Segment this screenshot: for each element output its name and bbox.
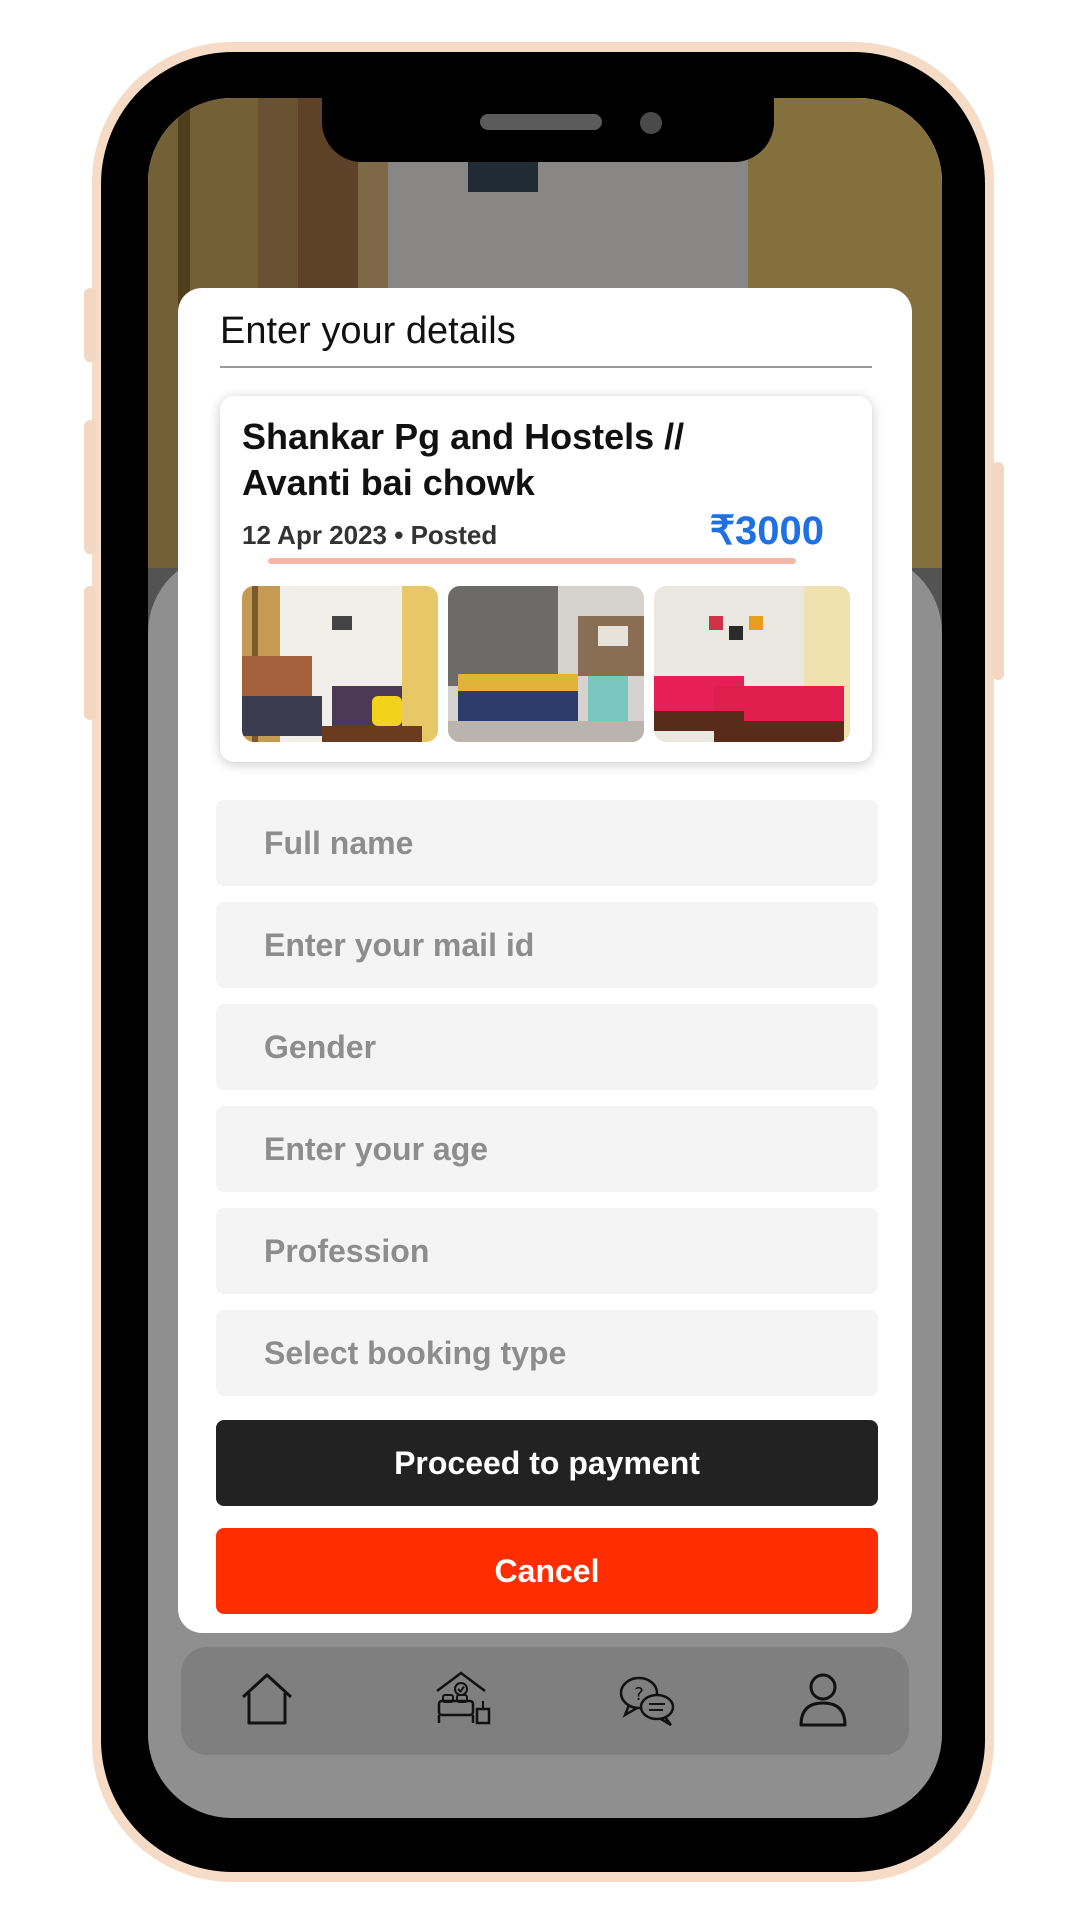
listing-date-status: 12 Apr 2023 • Posted: [242, 520, 498, 550]
age-input[interactable]: Enter your age: [216, 1106, 878, 1192]
room-photo-1[interactable]: [242, 586, 438, 742]
nav-home[interactable]: [235, 1667, 299, 1731]
details-modal: Enter your details Shankar Pg and Hostel…: [178, 288, 912, 1633]
modal-title: Enter your details: [220, 310, 516, 352]
title-divider: [220, 366, 872, 368]
gender-select[interactable]: Gender: [216, 1004, 878, 1090]
phone-side-button: [992, 462, 1004, 680]
chat-help-icon: ?: [619, 1676, 675, 1727]
nav-help-chat[interactable]: ?: [615, 1667, 679, 1731]
listing-name: Shankar Pg and Hostels // Avanti bai cho…: [242, 416, 685, 503]
room-photo-3[interactable]: [654, 586, 850, 742]
cancel-button[interactable]: Cancel: [216, 1528, 878, 1614]
price-underline: [268, 558, 796, 564]
phone-side-button: [84, 586, 96, 720]
room-booking-icon: [436, 1671, 491, 1725]
booking-type-select[interactable]: Select booking type: [216, 1310, 878, 1396]
profile-icon: [799, 1673, 847, 1727]
room-photo-2-image: [448, 586, 644, 742]
listing-card[interactable]: Shankar Pg and Hostels // Avanti bai cho…: [220, 396, 872, 762]
profession-input[interactable]: Profession: [216, 1208, 878, 1294]
phone-side-button: [84, 420, 96, 554]
full-name-input[interactable]: Full name: [216, 800, 878, 886]
room-photo-2[interactable]: [448, 586, 644, 742]
room-photo-1-image: [242, 586, 438, 742]
nav-bookings[interactable]: [431, 1667, 495, 1731]
nav-profile[interactable]: [791, 1667, 855, 1731]
phone-camera: [640, 112, 662, 134]
bottom-nav: ?: [181, 1647, 909, 1755]
room-photo-3-image: [654, 586, 850, 742]
phone-notch: [322, 98, 774, 162]
phone-speaker: [480, 114, 602, 130]
phone-side-button: [84, 288, 96, 362]
home-icon: [241, 1673, 293, 1725]
proceed-to-payment-button[interactable]: Proceed to payment: [216, 1420, 878, 1506]
listing-price: ₹3000: [709, 509, 824, 553]
email-input[interactable]: Enter your mail id: [216, 902, 878, 988]
